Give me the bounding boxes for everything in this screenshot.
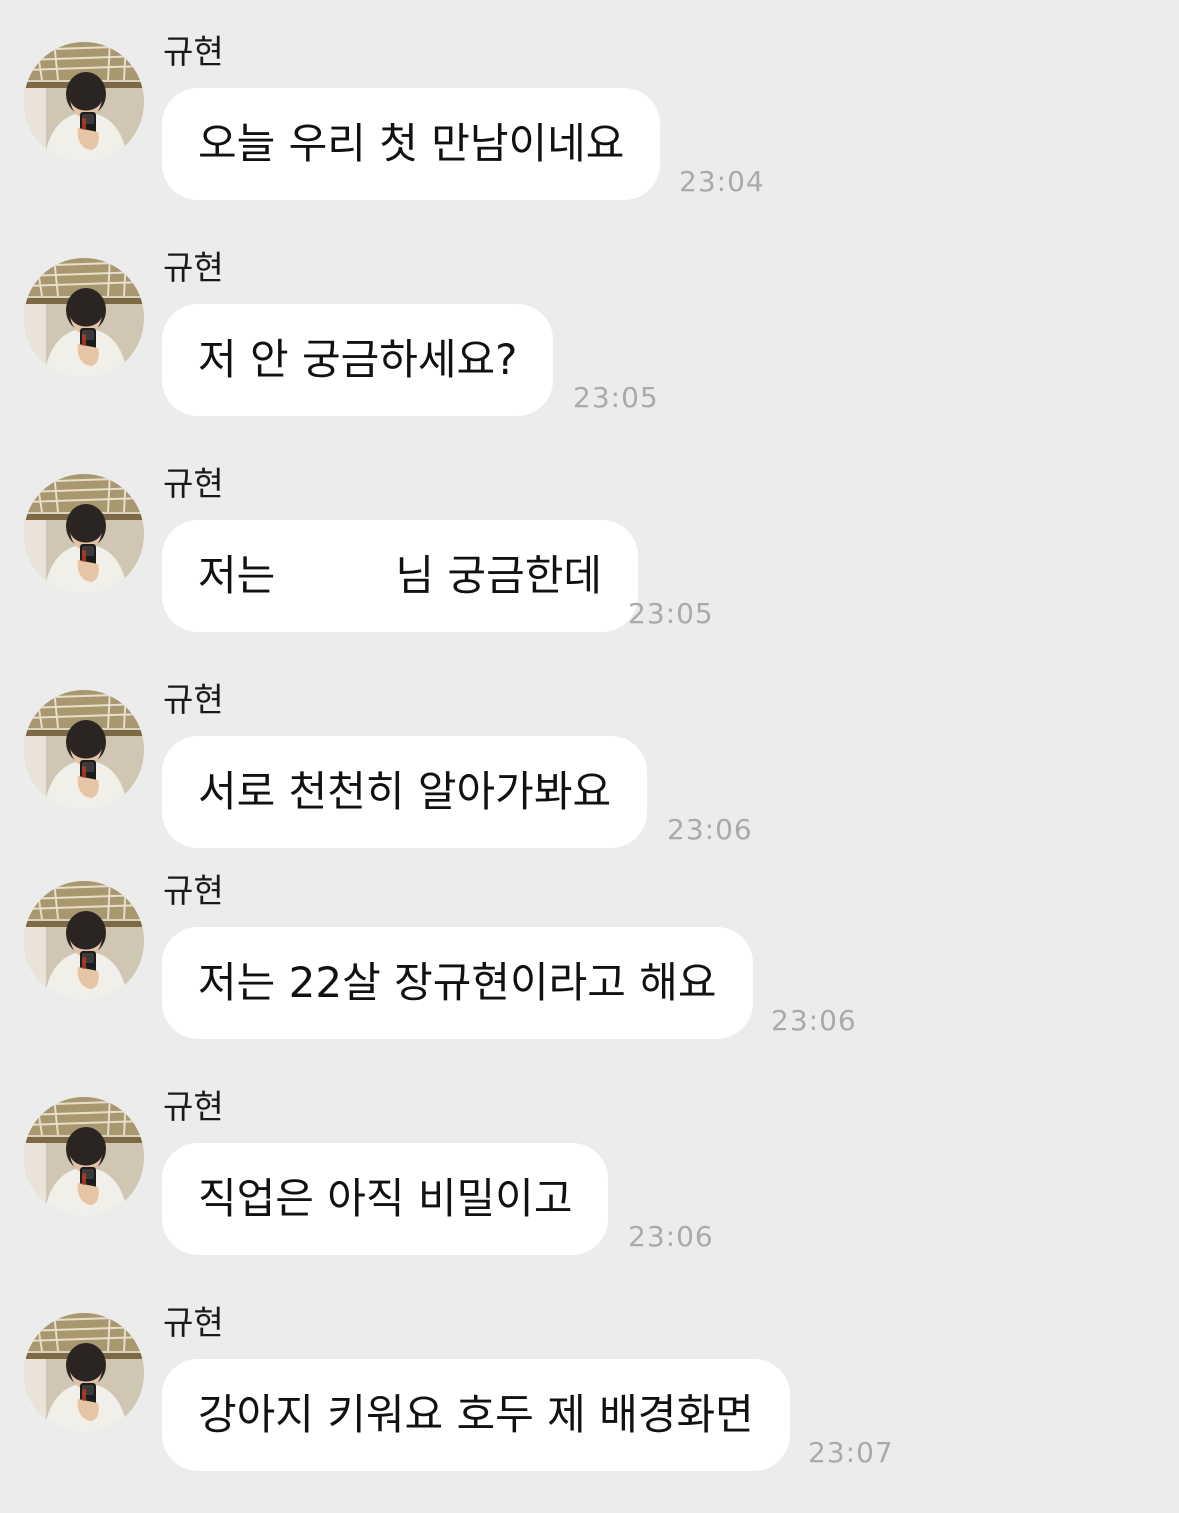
message-timestamp: 23:06 [771, 1004, 857, 1037]
message-bubble[interactable]: 저는 님 궁금한데 [162, 520, 638, 632]
avatar[interactable] [24, 1313, 144, 1433]
avatar[interactable] [24, 690, 144, 810]
message-timestamp: 23:07 [808, 1436, 894, 1469]
profile-photo-icon [24, 42, 144, 162]
sender-name: 규현 [163, 248, 224, 287]
message-timestamp: 23:06 [628, 1220, 714, 1253]
message-row: 규현 저는 님 궁금한데 23:05 [0, 464, 1179, 674]
avatar[interactable] [24, 42, 144, 162]
message-row: 규현 강아지 키워요 호두 제 배경화면 23:07 [0, 1303, 1179, 1513]
profile-photo-icon [24, 690, 144, 810]
message-bubble[interactable]: 서로 천천히 알아가봐요 [162, 736, 648, 848]
sender-name: 규현 [163, 871, 224, 910]
message-bubble[interactable]: 직업은 아직 비밀이고 [162, 1143, 609, 1255]
chat-screen: { "messages": [ {"sender": "규현", "text":… [0, 0, 1179, 1510]
profile-photo-icon [24, 258, 144, 378]
sender-name: 규현 [163, 680, 224, 719]
message-row: 규현 서로 천천히 알아가봐요 23:06 [0, 680, 1179, 890]
profile-photo-icon [24, 474, 144, 594]
message-row: 규현 저는 22살 장규현이라고 해요 23:06 [0, 871, 1179, 1081]
message-row: 규현 오늘 우리 첫 만남이네요 23:04 [0, 32, 1179, 242]
sender-name: 규현 [163, 1087, 224, 1126]
message-timestamp: 23:05 [628, 597, 714, 630]
avatar[interactable] [24, 881, 144, 1001]
sender-name: 규현 [163, 32, 224, 71]
message-row: 규현 직업은 아직 비밀이고 23:06 [0, 1087, 1179, 1297]
message-bubble[interactable]: 오늘 우리 첫 만남이네요 [162, 88, 661, 200]
message-timestamp: 23:04 [679, 165, 765, 198]
avatar[interactable] [24, 258, 144, 378]
sender-name: 규현 [163, 464, 224, 503]
message-timestamp: 23:05 [573, 381, 659, 414]
message-timestamp: 23:06 [667, 813, 753, 846]
message-bubble[interactable]: 저는 22살 장규현이라고 해요 [162, 927, 753, 1039]
profile-photo-icon [24, 1313, 144, 1433]
message-bubble[interactable]: 저 안 궁금하세요? [162, 304, 554, 416]
message-bubble[interactable]: 강아지 키워요 호두 제 배경화면 [162, 1359, 790, 1471]
avatar[interactable] [24, 1097, 144, 1217]
profile-photo-icon [24, 881, 144, 1001]
profile-photo-icon [24, 1097, 144, 1217]
sender-name: 규현 [163, 1303, 224, 1342]
avatar[interactable] [24, 474, 144, 594]
message-row: 규현 저 안 궁금하세요? 23:05 [0, 248, 1179, 458]
